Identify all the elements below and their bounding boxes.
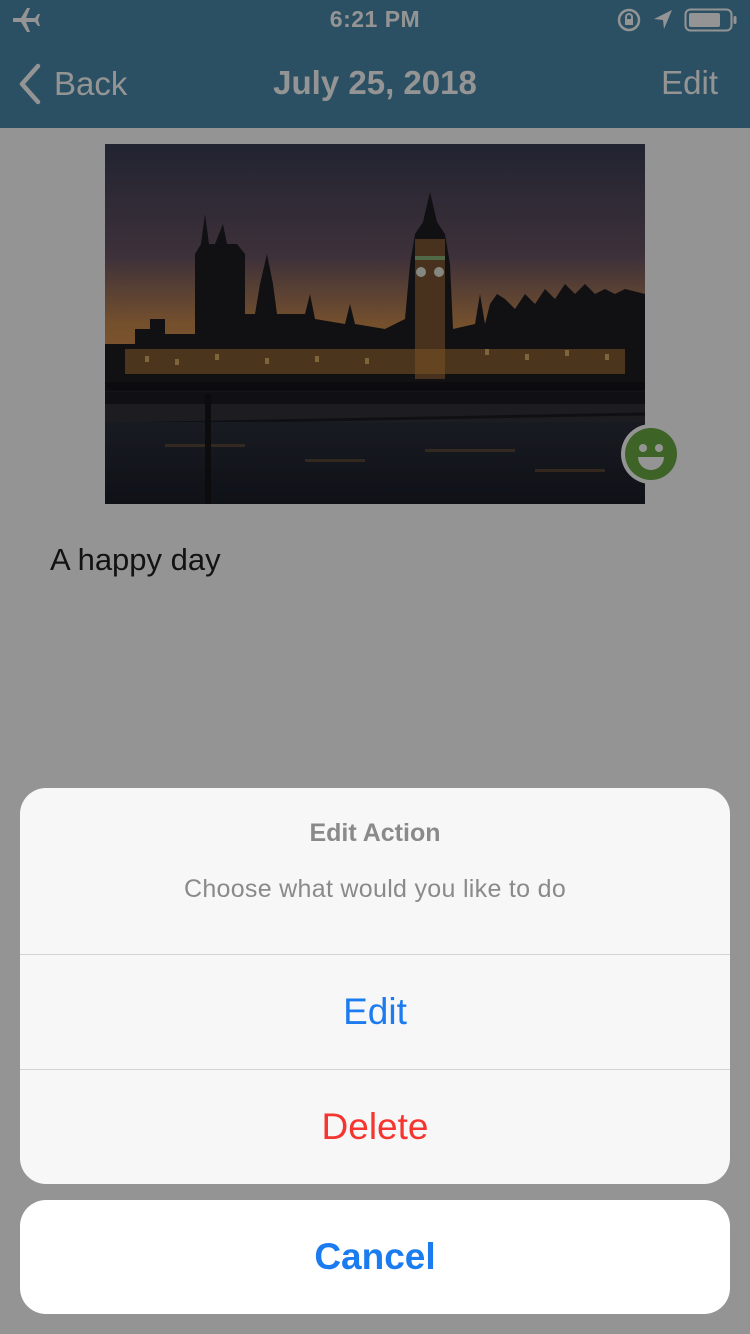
delete-action-button[interactable]: Delete: [20, 1070, 730, 1184]
action-sheet-title: Edit Action: [309, 819, 441, 847]
action-sheet-header: Edit Action Choose what would you like t…: [20, 788, 730, 955]
edit-action-button[interactable]: Edit: [20, 955, 730, 1070]
action-sheet: Edit Action Choose what would you like t…: [20, 788, 730, 1184]
action-sheet-message: Choose what would you like to do: [183, 875, 567, 903]
cancel-button[interactable]: Cancel: [20, 1200, 730, 1314]
